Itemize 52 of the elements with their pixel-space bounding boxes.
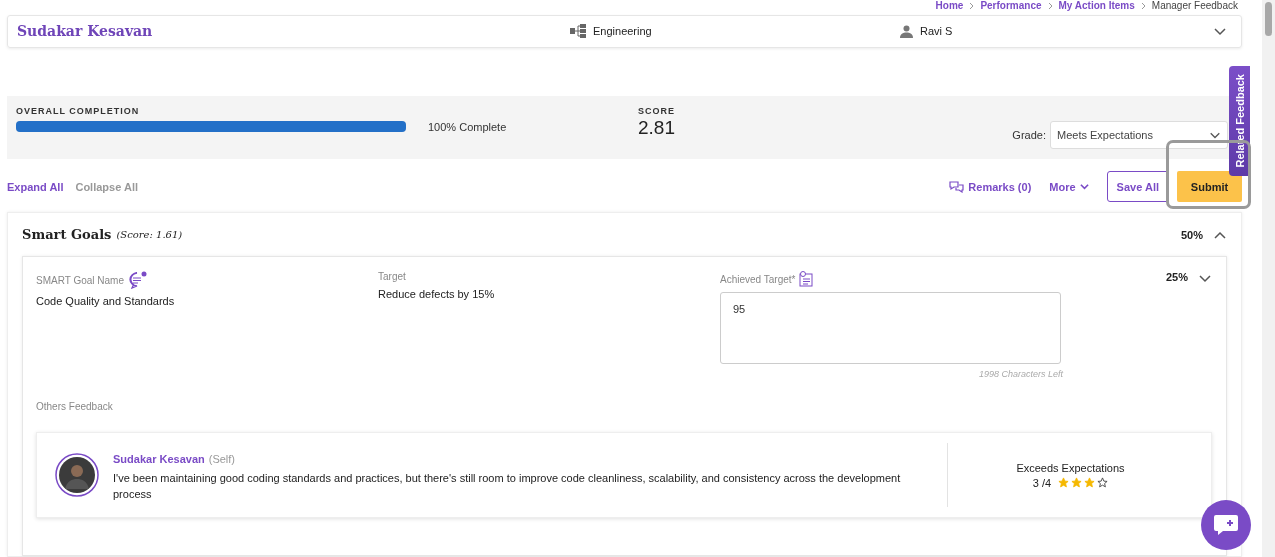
achieved-label: Achieved Target*	[720, 271, 1063, 287]
characters-left: 1998 Characters Left	[978, 369, 1063, 379]
filled-star-icon	[1058, 477, 1070, 488]
empty-star-icon	[1097, 477, 1109, 488]
breadcrumb-link[interactable]: Home	[935, 0, 964, 12]
others-feedback-label: Others Feedback	[36, 401, 114, 412]
submit-button[interactable]: Submit	[1177, 171, 1242, 203]
breadcrumb-link[interactable]: Performance	[980, 0, 1042, 12]
rating-text: 3 /4	[1032, 476, 1052, 489]
manager-name: Ravi S	[920, 25, 953, 38]
avatar	[55, 453, 99, 497]
goal-name-label: SMART Goal Name	[36, 271, 378, 289]
reviewer-role: (Self)	[208, 452, 235, 465]
speech-bubbles-icon	[949, 180, 965, 194]
score-value: 2.81	[638, 116, 675, 139]
person-icon	[900, 24, 913, 38]
chevron-right-icon	[1047, 1, 1053, 10]
goal-percent: 25%	[1165, 271, 1188, 285]
employee-name: Sudakar Kesavan	[17, 23, 154, 40]
chat-bubble-icon[interactable]	[128, 271, 148, 289]
section-percent: 50%	[1180, 228, 1203, 241]
org-chart-icon	[570, 24, 586, 39]
target-label: Target	[378, 271, 407, 282]
save-all-button[interactable]: Save All	[1106, 171, 1169, 203]
expand-all-link[interactable]: Expand All	[7, 180, 64, 193]
completion-text: 100% Complete	[428, 120, 508, 135]
department-text: Engineering	[593, 25, 652, 38]
grade-label: Grade:	[1012, 129, 1046, 142]
reviewer-name: Sudakar Kesavan	[113, 452, 205, 465]
chevron-right-icon	[969, 1, 975, 10]
breadcrumb-link[interactable]: Manager Feedback	[1151, 0, 1238, 12]
grade-select[interactable]: Meets Expectations	[1050, 121, 1228, 150]
more-menu[interactable]: More	[1049, 180, 1089, 193]
chat-icon	[1213, 513, 1239, 537]
remarks-link[interactable]: Remarks (0)	[949, 180, 1032, 194]
breadcrumb-link[interactable]: My Action Items	[1058, 0, 1135, 12]
scrollbar[interactable]	[1262, 0, 1275, 557]
target-value: Reduce defects by 15%	[378, 288, 496, 300]
filled-star-icon	[1071, 477, 1083, 488]
goal-name: Code Quality and Standards	[36, 295, 176, 307]
section-title: Smart Goals	[22, 227, 112, 242]
chat-button[interactable]	[1201, 500, 1251, 550]
completion-label: OVERALL COMPLETION	[16, 105, 141, 116]
achieved-target-field[interactable]: 95	[720, 292, 1061, 364]
chevron-right-icon	[1140, 1, 1146, 10]
feedback-text: I've been maintaining good coding standards and practices, but there's still room to improve code cleanliness, scalability, and consistency across the development process	[113, 470, 902, 502]
clipboard-icon[interactable]	[799, 271, 814, 287]
filled-star-icon	[1084, 477, 1096, 488]
chevron-down-icon	[1079, 182, 1089, 192]
score-label: SCORE	[638, 105, 675, 116]
feedback-grade: Exceeds Expectations	[1016, 461, 1125, 474]
section-score: (Score: 1.61)	[116, 229, 183, 240]
